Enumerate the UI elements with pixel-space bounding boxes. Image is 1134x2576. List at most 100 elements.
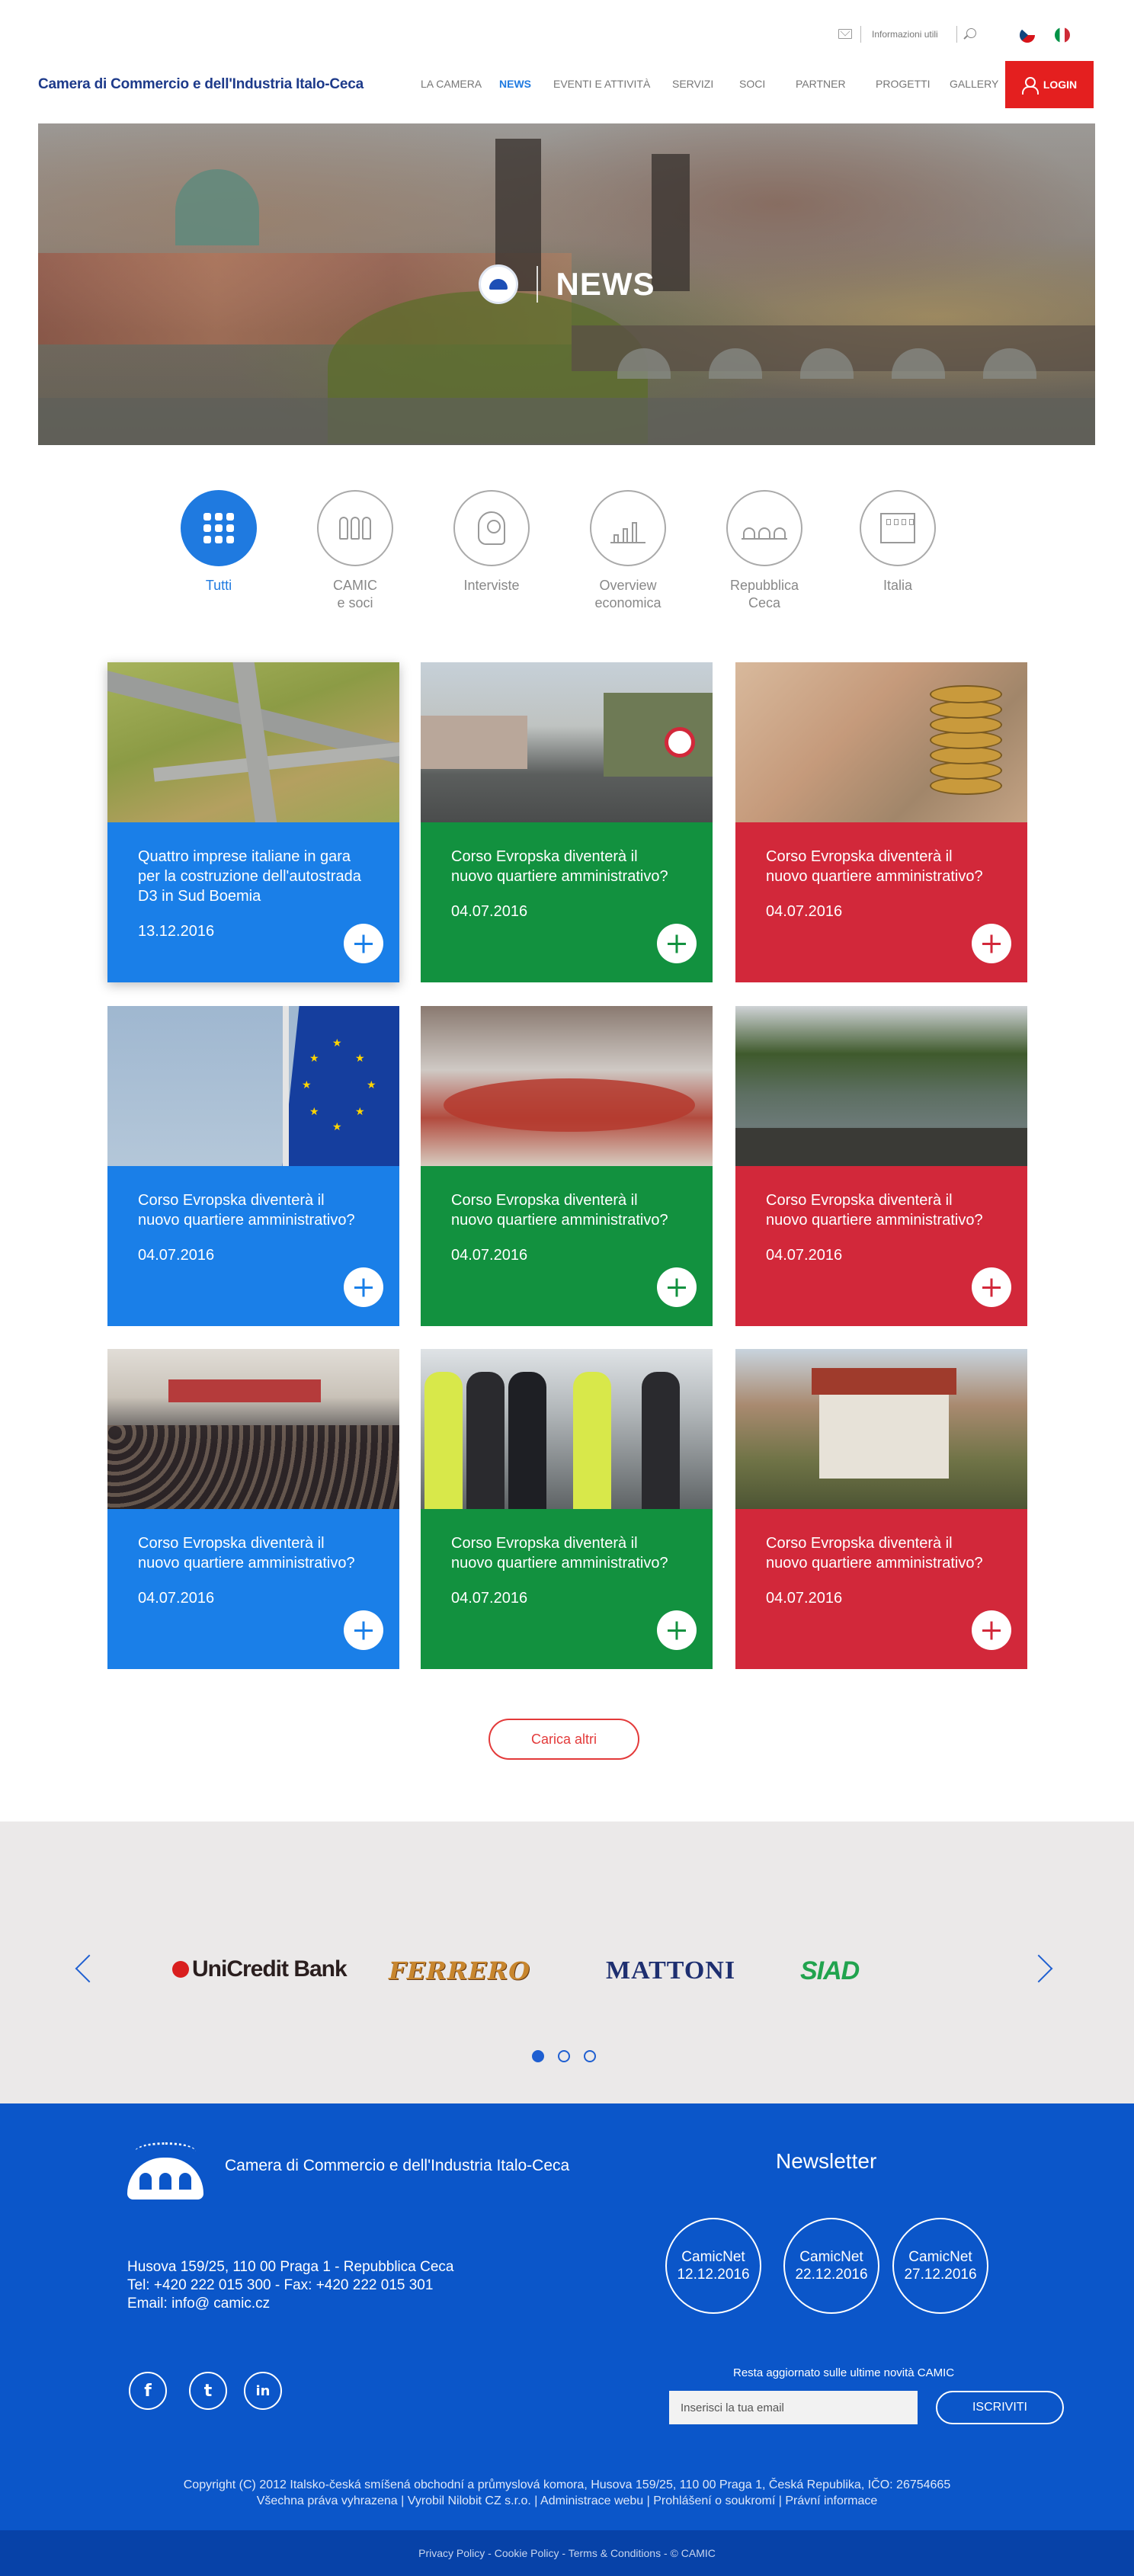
site-brand[interactable]: Camera di Commercio e dell'Industria Ita… (38, 76, 364, 93)
filter-label: CAMIC e soci (333, 578, 377, 610)
newsletter-issue[interactable]: CamicNet 27.12.2016 (892, 2218, 988, 2314)
head-icon (453, 490, 530, 566)
footer-email[interactable]: Email: info@ camic.cz (127, 2295, 453, 2313)
nav-soci[interactable]: SOCI (739, 78, 765, 90)
news-image (421, 1006, 713, 1166)
filter-italia[interactable]: Italia (844, 490, 951, 594)
news-card[interactable]: Corso Evropska diventerà il nuovo quarti… (107, 1349, 399, 1669)
nav-progetti[interactable]: PROGETTI (876, 78, 931, 90)
news-title[interactable]: Quattro imprese italiane in gara per la … (138, 847, 369, 906)
news-title[interactable]: Corso Evropska diventerà il nuovo quarti… (451, 847, 682, 886)
plus-icon[interactable] (972, 1610, 1011, 1650)
carousel-dot[interactable] (558, 2050, 570, 2062)
newsletter-subtitle: Resta aggiornato sulle ultime novità CAM… (733, 2366, 955, 2379)
twitter-icon[interactable]: t (189, 2372, 227, 2410)
news-date: 04.07.2016 (451, 1247, 528, 1264)
plus-icon[interactable] (344, 924, 383, 963)
news-card-body: Corso Evropska diventerà il nuovo quarti… (421, 822, 713, 982)
nav-partner[interactable]: PARTNER (796, 78, 846, 90)
ferrero-logo[interactable]: FERRERO (389, 1956, 530, 1985)
siad-logo[interactable]: SIAD (800, 1956, 860, 1986)
news-date: 04.07.2016 (138, 1247, 215, 1264)
filter-overview[interactable]: Overview economica (575, 490, 681, 612)
nav-servizi[interactable]: SERVIZI (672, 78, 713, 90)
plus-icon[interactable] (657, 924, 697, 963)
czech-flag-icon[interactable] (1020, 27, 1035, 43)
search-icon[interactable] (966, 28, 976, 38)
mail-icon[interactable] (838, 29, 852, 39)
news-image (107, 1349, 399, 1509)
news-title[interactable]: Corso Evropska diventerà il nuovo quarti… (766, 1190, 997, 1230)
info-link[interactable]: Informazioni utili (872, 29, 938, 40)
news-title[interactable]: Corso Evropska diventerà il nuovo quarti… (766, 847, 997, 886)
carousel-pagination (532, 2050, 596, 2062)
plus-icon[interactable] (657, 1610, 697, 1650)
news-card-body: Corso Evropska diventerà il nuovo quarti… (735, 1166, 1027, 1326)
news-card[interactable]: Corso Evropska diventerà il nuovo quarti… (735, 662, 1027, 982)
news-card[interactable]: Corso Evropska diventerà il nuovo quarti… (421, 662, 713, 982)
filter-tutti[interactable]: Tutti (165, 490, 272, 594)
facebook-icon[interactable]: f (129, 2372, 167, 2410)
plus-icon[interactable] (344, 1610, 383, 1650)
mattoni-logo[interactable]: MATTONI (606, 1956, 735, 1985)
chevron-right-icon[interactable] (1024, 1954, 1053, 1983)
plus-icon[interactable] (344, 1267, 383, 1307)
news-card[interactable]: Corso Evropska diventerà il nuovo quarti… (421, 1006, 713, 1326)
linkedin-icon[interactable]: in (244, 2372, 282, 2410)
chart-icon (590, 490, 666, 566)
newsletter-email-input[interactable] (669, 2391, 918, 2424)
news-card-body: Corso Evropska diventerà il nuovo quarti… (107, 1166, 399, 1326)
unicredit-logo[interactable]: UniCredit Bank (172, 1956, 348, 1982)
news-card-body: Corso Evropska diventerà il nuovo quarti… (421, 1166, 713, 1326)
load-more-button[interactable]: Carica altri (489, 1719, 639, 1760)
divider (860, 26, 861, 43)
footer-phone: Tel: +420 222 015 300 - Fax: +420 222 01… (127, 2277, 434, 2293)
filter-repubblica-ceca[interactable]: Repubblica Ceca (711, 490, 818, 612)
news-card[interactable]: Quattro imprese italiane in gara per la … (107, 662, 399, 982)
user-icon (1021, 77, 1039, 95)
subscribe-button[interactable]: ISCRIVITI (936, 2391, 1064, 2424)
camic-logo-icon (478, 264, 518, 304)
news-card-body: Corso Evropska diventerà il nuovo quarti… (735, 822, 1027, 982)
news-date: 04.07.2016 (451, 1590, 528, 1607)
chevron-left-icon[interactable] (75, 1954, 104, 1983)
news-title[interactable]: Corso Evropska diventerà il nuovo quarti… (138, 1533, 369, 1573)
plus-icon[interactable] (657, 1267, 697, 1307)
news-card-body: Corso Evropska diventerà il nuovo quarti… (735, 1509, 1027, 1669)
plus-icon[interactable] (972, 1267, 1011, 1307)
nav-gallery[interactable]: GALLERY (950, 78, 998, 90)
news-card-body: Quattro imprese italiane in gara per la … (107, 822, 399, 982)
news-card[interactable]: Corso Evropska diventerà il nuovo quarti… (735, 1349, 1027, 1669)
nav-la-camera[interactable]: LA CAMERA (421, 78, 482, 90)
newsletter-date: 22.12.2016 (795, 2267, 868, 2283)
news-title[interactable]: Corso Evropska diventerà il nuovo quarti… (766, 1533, 997, 1573)
newsletter-issue[interactable]: CamicNet 12.12.2016 (665, 2218, 761, 2314)
bottom-links[interactable]: Privacy Policy - Cookie Policy - Terms &… (0, 2530, 1134, 2576)
legal-links[interactable]: Všechna práva vyhrazena | Vyrobil Nilobi… (0, 2493, 1134, 2509)
news-card[interactable]: ★ ★ ★ ★ ★ ★ ★ ★ Corso Evropska diventerà… (107, 1006, 399, 1326)
footer-brand: Camera di Commercio e dell'Industria Ita… (225, 2157, 570, 2174)
news-title[interactable]: Corso Evropska diventerà il nuovo quarti… (451, 1533, 682, 1573)
news-image (735, 662, 1027, 822)
filter-interviste[interactable]: Interviste (438, 490, 545, 594)
news-card[interactable]: Corso Evropska diventerà il nuovo quarti… (421, 1349, 713, 1669)
news-title[interactable]: Corso Evropska diventerà il nuovo quarti… (451, 1190, 682, 1230)
newsletter-issue[interactable]: CamicNet 22.12.2016 (783, 2218, 879, 2314)
news-card[interactable]: Corso Evropska diventerà il nuovo quarti… (735, 1006, 1027, 1326)
login-button[interactable]: LOGIN (1005, 61, 1094, 108)
newsletter-name: CamicNet (908, 2249, 972, 2265)
news-image (107, 662, 399, 822)
filter-camic-soci[interactable]: CAMIC e soci (302, 490, 408, 612)
plus-icon[interactable] (972, 924, 1011, 963)
carousel-dot[interactable] (584, 2050, 596, 2062)
camic-footer-logo-icon (127, 2138, 203, 2200)
news-card-body: Corso Evropska diventerà il nuovo quarti… (421, 1509, 713, 1669)
filter-label: Interviste (463, 578, 520, 593)
nav-eventi[interactable]: EVENTI E ATTIVITÀ (553, 78, 650, 90)
carousel-dot[interactable] (532, 2050, 544, 2062)
nav-news[interactable]: NEWS (499, 78, 531, 90)
italian-flag-icon[interactable] (1055, 27, 1070, 43)
divider (536, 266, 538, 303)
news-title[interactable]: Corso Evropska diventerà il nuovo quarti… (138, 1190, 369, 1230)
footer-address: Husova 159/25, 110 00 Praga 1 - Repubbli… (127, 2259, 454, 2275)
